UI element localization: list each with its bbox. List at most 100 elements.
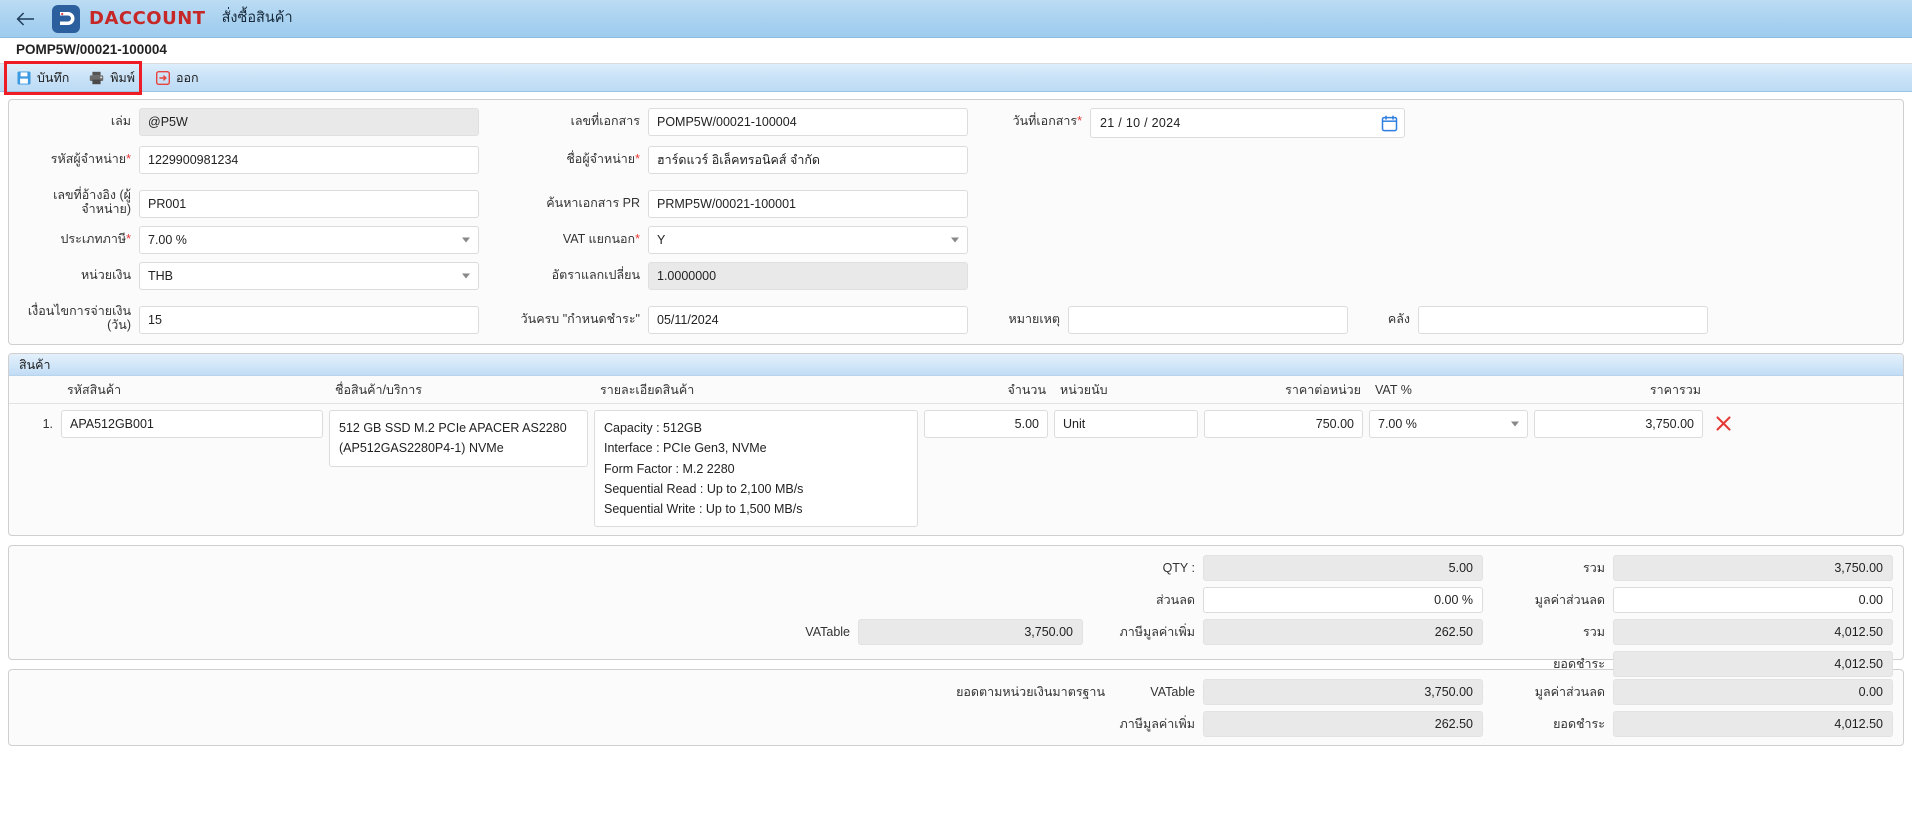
payment-terms-input[interactable] [139, 306, 479, 334]
chevron-down-icon [1511, 421, 1519, 427]
base-discount-amount-value: 0.00 [1613, 679, 1893, 706]
exit-button[interactable]: ออก [149, 67, 213, 89]
vat-label: ภาษีมูลค่าเพิ่ม [1119, 625, 1195, 640]
book-label: เล่ม [110, 114, 131, 128]
discount-label: ส่วนลด [1156, 593, 1195, 608]
item-qty-input[interactable] [924, 410, 1048, 438]
summary-row-qty: QTY : 5.00 รวม 3,750.00 [19, 555, 1893, 582]
col-header-code: รหัสสินค้า [67, 382, 122, 397]
item-unit-input[interactable] [1054, 410, 1198, 438]
item-code-input[interactable] [61, 410, 323, 438]
currency-select[interactable]: THB [139, 262, 479, 290]
qty-value: 5.00 [1203, 555, 1483, 582]
due-date-input[interactable] [648, 306, 968, 334]
form-row-2: รหัสผู้จำหน่าย* ชื่อผู้จำหน่าย* [15, 146, 1897, 174]
document-number-bar: POMP5W/00021-100004 [0, 38, 1912, 64]
total-value: 3,750.00 [1613, 555, 1893, 582]
calendar-icon[interactable] [1381, 114, 1398, 132]
save-button-label: บันทึก [37, 70, 70, 85]
print-button[interactable]: พิมพ์ [83, 67, 149, 89]
vat-value: 262.50 [1203, 619, 1483, 646]
items-section: สินค้า รหัสสินค้า ชื่อสินค้า/บริการ รายล… [8, 353, 1904, 537]
base-payable-label: ยอดชำระ [1553, 717, 1605, 732]
vat-outside-label: VAT แยกนอก* [562, 232, 640, 246]
form-row-4: ประเภทภาษี* 7.00 % VAT แยกนอก* Y [15, 226, 1897, 254]
tax-type-label: ประเภทภาษี* [60, 232, 132, 246]
base-vatable-value: 3,750.00 [1203, 679, 1483, 706]
item-detail-field[interactable]: Capacity : 512GB Interface : PCIe Gen3, … [594, 410, 918, 528]
col-header-detail: รายละเอียดสินค้า [600, 382, 695, 397]
warehouse-input[interactable] [1418, 306, 1708, 334]
action-toolbar: บันทึก พิมพ์ ออก [0, 61, 1912, 95]
total-label: รวม [1583, 561, 1605, 576]
vendor-code-label: รหัสผู้จำหน่าย* [50, 152, 131, 166]
item-name-field[interactable]: 512 GB SSD M.2 PCIe APACER AS2280 (AP512… [329, 410, 588, 467]
exchange-rate-field: 1.0000000 [648, 262, 968, 290]
form-row-3: เลขที่อ้างอิง (ผู้จำหน่าย) ค้นหาเอกสาร P… [15, 182, 1897, 218]
summary-row-vat: VATable 3,750.00 ภาษีมูลค่าเพิ่ม 262.50 … [19, 619, 1893, 646]
delete-row-button[interactable] [1709, 410, 1737, 432]
base-vat-label: ภาษีมูลค่าเพิ่ม [1119, 717, 1195, 732]
book-field: @P5W [139, 108, 479, 136]
exit-button-label: ออก [176, 70, 199, 85]
reference-no-input[interactable] [139, 190, 479, 218]
base-vat-value: 262.50 [1203, 711, 1483, 738]
base-currency-summary-panel: ยอดตามหน่วยเงินมาตรฐาน VATable 3,750.00 … [8, 669, 1904, 747]
printer-icon [89, 70, 104, 85]
base-summary-title: ยอดตามหน่วยเงินมาตรฐาน [956, 685, 1105, 700]
document-date-field[interactable]: 21 / 10 / 2024 [1090, 108, 1405, 138]
warehouse-label: คลัง [1387, 312, 1410, 326]
exit-arrow-icon [155, 70, 170, 85]
pr-search-input[interactable] [648, 190, 968, 218]
col-header-total: ราคารวม [1649, 382, 1701, 397]
base-vatable-label: VATable [1150, 685, 1195, 700]
print-button-label: พิมพ์ [110, 70, 136, 85]
app-logo [52, 4, 80, 33]
docno-input[interactable] [648, 108, 968, 136]
vendor-code-input[interactable] [139, 146, 479, 174]
base-summary-row-1: ยอดตามหน่วยเงินมาตรฐาน VATable 3,750.00 … [19, 679, 1893, 706]
tax-type-select[interactable]: 7.00 % [139, 226, 479, 254]
base-summary-row-2: ภาษีมูลค่าเพิ่ม 262.50 ยอดชำระ 4,012.50 [19, 711, 1893, 738]
item-unit-price-input[interactable] [1204, 410, 1363, 438]
items-table-header: รหัสสินค้า ชื่อสินค้า/บริการ รายละเอียดส… [9, 376, 1903, 404]
reference-no-label: เลขที่อ้างอิง (ผู้ จำหน่าย) [53, 188, 131, 217]
item-total-input[interactable] [1534, 410, 1703, 438]
note-label: หมายเหตุ [1008, 312, 1060, 326]
note-input[interactable] [1068, 306, 1348, 334]
grand-total-label: รวม [1583, 625, 1605, 640]
document-number: POMP5W/00021-100004 [16, 42, 167, 57]
discount-value[interactable]: 0.00 % [1203, 587, 1483, 614]
save-disk-icon [16, 70, 31, 85]
chevron-down-icon [462, 273, 470, 279]
summary-row-discount: ส่วนลด 0.00 % มูลค่าส่วนลด 0.00 [19, 587, 1893, 614]
col-header-unit: หน่วยนับ [1060, 382, 1108, 397]
form-row-5: หน่วยเงิน THB อัตราแลกเปลี่ยน 1.0000000 [15, 262, 1897, 290]
payable-value: 4,012.50 [1613, 651, 1893, 678]
item-vat-select[interactable]: 7.00 % [1369, 410, 1528, 438]
docdate-label: วันที่เอกสาร* [1012, 114, 1082, 128]
vatable-label: VATable [805, 625, 850, 640]
document-date-value: 21 / 10 / 2024 [1100, 116, 1181, 130]
currency-label: หน่วยเงิน [80, 268, 131, 282]
items-section-title: สินค้า [9, 354, 1903, 376]
vat-outside-select[interactable]: Y [648, 226, 968, 254]
payable-label: ยอดชำระ [1553, 657, 1605, 672]
vatable-value: 3,750.00 [858, 619, 1083, 646]
vendor-name-label: ชื่อผู้จำหน่าย* [566, 152, 640, 166]
item-vat-value: 7.00 % [1378, 417, 1417, 431]
tax-type-value: 7.00 % [148, 233, 187, 247]
delete-x-icon [1715, 416, 1731, 431]
back-button[interactable] [12, 6, 38, 32]
exchange-rate-label: อัตราแลกเปลี่ยน [551, 268, 640, 282]
save-button[interactable]: บันทึก [10, 67, 83, 89]
form-row-1: เล่ม @P5W เลขที่เอกสาร วันที่เอกสาร* 21 … [15, 108, 1897, 138]
col-header-unit-price: ราคาต่อหน่วย [1285, 382, 1361, 397]
grand-total-value: 4,012.50 [1613, 619, 1893, 646]
discount-amount-value[interactable]: 0.00 [1613, 587, 1893, 614]
vendor-name-input[interactable] [648, 146, 968, 174]
form-row-6: เงื่อนไขการจ่ายเงิน(วัน) วันครบ "กำหนดชำ… [15, 298, 1897, 334]
pr-search-label: ค้นหาเอกสาร PR [546, 196, 640, 210]
discount-amount-label: มูลค่าส่วนลด [1534, 593, 1605, 608]
daccount-logo-icon [59, 12, 74, 25]
